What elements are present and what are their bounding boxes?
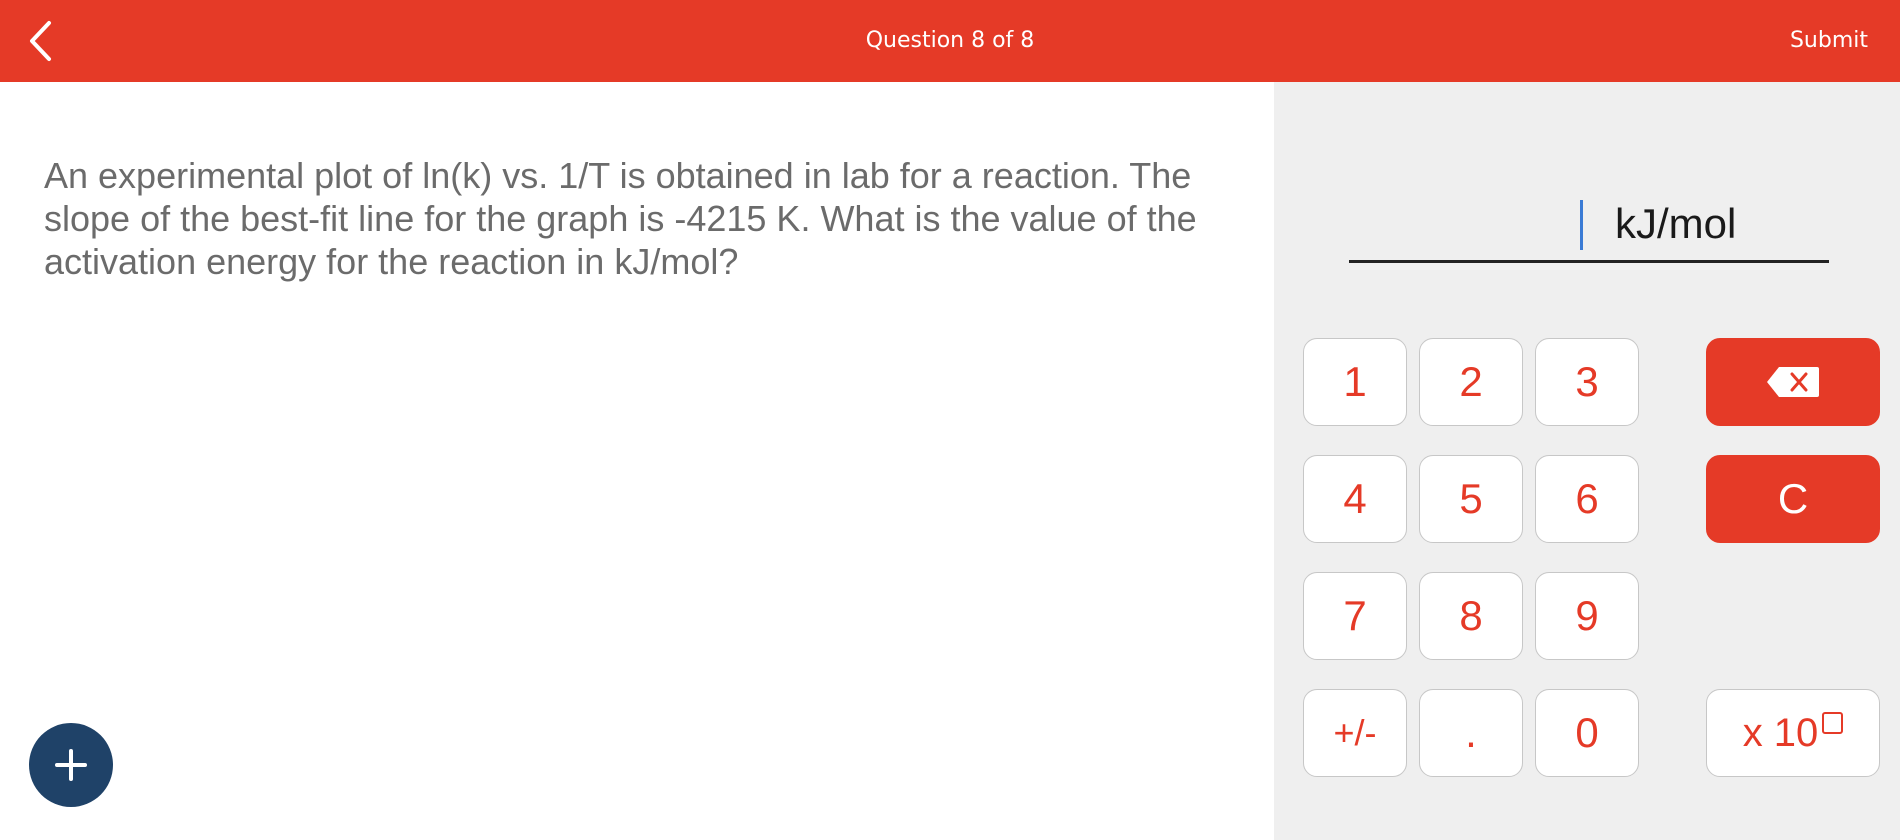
- plus-icon: [55, 749, 87, 781]
- key-decimal[interactable]: .: [1419, 689, 1523, 777]
- key-9[interactable]: 9: [1535, 572, 1639, 660]
- submit-button[interactable]: Submit: [1790, 0, 1868, 82]
- key-0[interactable]: 0: [1535, 689, 1639, 777]
- question-panel: An experimental plot of ln(k) vs. 1/T is…: [0, 82, 1274, 840]
- exponent-button[interactable]: x 10: [1706, 689, 1880, 777]
- back-button[interactable]: [20, 12, 60, 70]
- key-1[interactable]: 1: [1303, 338, 1407, 426]
- chevron-left-icon: [30, 21, 51, 61]
- exponent-label: x 10: [1742, 710, 1819, 755]
- key-2[interactable]: 2: [1419, 338, 1523, 426]
- top-bar: Question 8 of 8 Submit: [0, 0, 1900, 82]
- backspace-icon: [1767, 367, 1819, 397]
- answer-panel: kJ/mol 1 2 3 4 5 6 7 8 9 +/- . 0 C x 10: [1274, 82, 1900, 840]
- key-3[interactable]: 3: [1535, 338, 1639, 426]
- text-caret: [1580, 200, 1583, 250]
- key-5[interactable]: 5: [1419, 455, 1523, 543]
- question-text: An experimental plot of ln(k) vs. 1/T is…: [44, 155, 1197, 282]
- exponent-placeholder-box: [1822, 712, 1844, 734]
- key-8[interactable]: 8: [1419, 572, 1523, 660]
- quiz-app: Question 8 of 8 Submit An experimental p…: [0, 0, 1900, 840]
- key-4[interactable]: 4: [1303, 455, 1407, 543]
- key-7[interactable]: 7: [1303, 572, 1407, 660]
- answer-input[interactable]: kJ/mol: [1349, 192, 1829, 263]
- page-title: Question 8 of 8: [865, 28, 1035, 53]
- add-button[interactable]: [29, 723, 113, 807]
- answer-unit: kJ/mol: [1615, 200, 1737, 247]
- backspace-button[interactable]: [1706, 338, 1880, 426]
- key-6[interactable]: 6: [1535, 455, 1639, 543]
- clear-button[interactable]: C: [1706, 455, 1880, 543]
- key-plus-minus[interactable]: +/-: [1303, 689, 1407, 777]
